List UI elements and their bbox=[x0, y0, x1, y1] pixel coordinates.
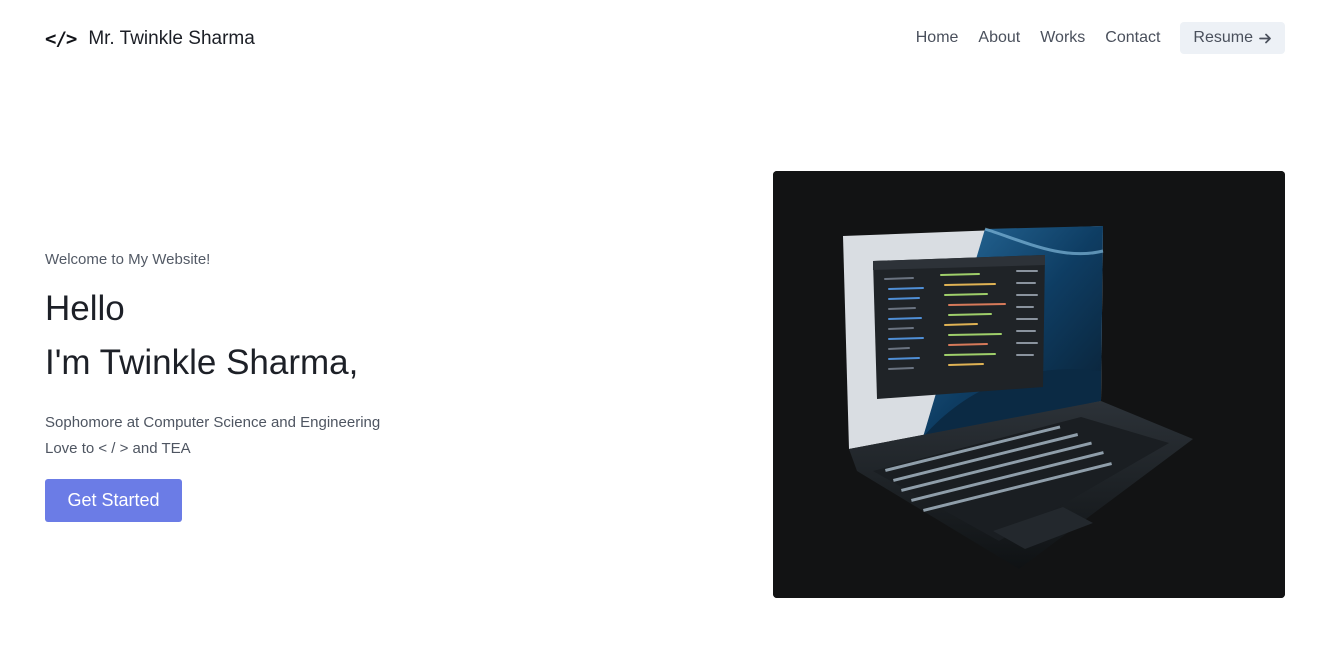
welcome-text: Welcome to My Website! bbox=[45, 251, 211, 268]
hero-laptop-image bbox=[773, 171, 1285, 598]
resume-label: Resume bbox=[1193, 29, 1253, 46]
code-icon: </> bbox=[45, 28, 77, 50]
hero-description: Sophomore at Computer Science and Engine… bbox=[45, 410, 605, 462]
hero-heading-intro: I'm Twinkle Sharma, bbox=[45, 343, 359, 382]
resume-button[interactable]: Resume bbox=[1180, 22, 1285, 54]
nav-about[interactable]: About bbox=[978, 29, 1020, 47]
description-line: Love to < / > and TEA bbox=[45, 440, 191, 457]
nav-works[interactable]: Works bbox=[1040, 29, 1085, 47]
hero-heading-hello: Hello bbox=[45, 289, 125, 328]
nav-contact[interactable]: Contact bbox=[1105, 29, 1160, 47]
get-started-button[interactable]: Get Started bbox=[45, 479, 182, 522]
main-nav: Home About Works Contact Resume bbox=[916, 22, 1285, 54]
description-line: Sophomore at Computer Science and Engine… bbox=[45, 414, 381, 431]
brand-logo[interactable]: </> Mr. Twinkle Sharma bbox=[45, 26, 255, 52]
site-header: </> Mr. Twinkle Sharma Home About Works … bbox=[0, 0, 1330, 78]
hero-text: Welcome to My Website! Hello I'm Twinkle… bbox=[45, 250, 605, 462]
arrow-right-icon bbox=[1259, 32, 1272, 45]
nav-home[interactable]: Home bbox=[916, 29, 959, 47]
brand-name: Mr. Twinkle Sharma bbox=[88, 28, 255, 49]
